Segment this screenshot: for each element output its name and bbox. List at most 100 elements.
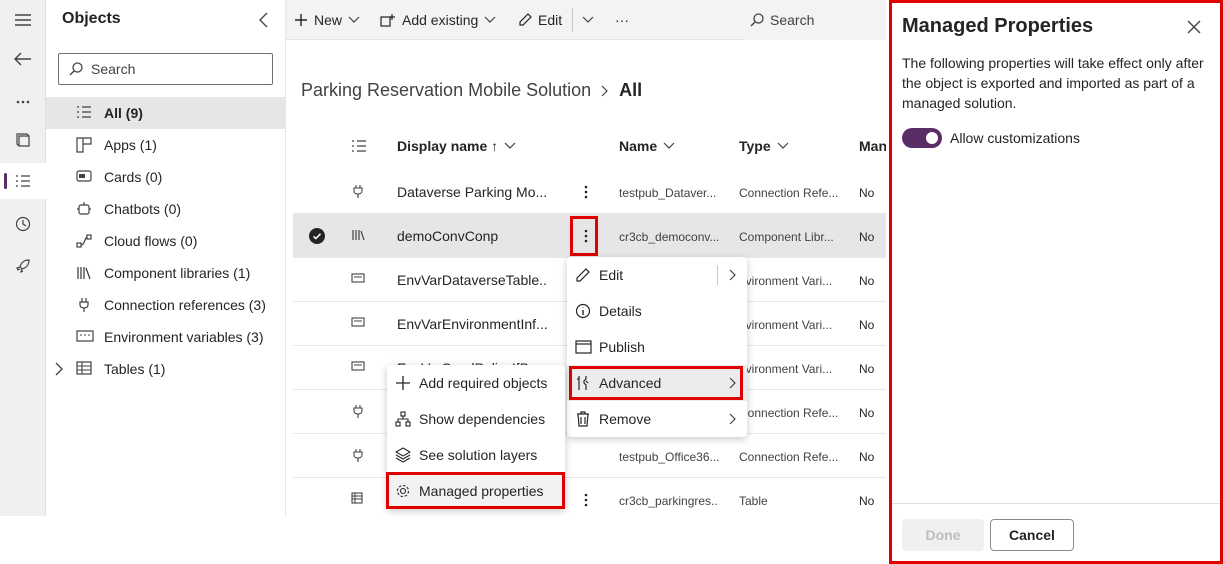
row-checkmark-icon[interactable] [309, 228, 325, 244]
row-display-name[interactable]: demoConvConp [397, 228, 547, 244]
chevron-down-icon [348, 16, 360, 23]
objects-item-cards[interactable]: Cards (0) [46, 161, 286, 193]
menu-item-publish[interactable]: Publish [567, 329, 747, 365]
objects-item-component-libraries[interactable]: Component libraries (1) [46, 257, 286, 289]
row-managed: No [859, 186, 875, 200]
row-managed: No [859, 318, 875, 332]
column-header-managed[interactable]: Man [859, 138, 886, 154]
search-icon [69, 62, 83, 76]
menu-item-details[interactable]: Details [567, 293, 747, 329]
more-commands-button[interactable]: ··· [615, 0, 629, 40]
menu-item-label: Edit [599, 267, 624, 283]
card-icon [76, 169, 94, 185]
objects-item-connection-references[interactable]: Connection references (3) [46, 289, 286, 321]
objects-item-environment-variables[interactable]: Environment variables (3) [46, 321, 286, 353]
row-more-icon[interactable] [576, 488, 596, 512]
row-managed: No [859, 230, 875, 244]
plug-icon [351, 404, 365, 418]
panel-title: Managed Properties [902, 15, 1094, 37]
column-header-display-name[interactable]: Display name ↑ [397, 138, 516, 154]
highlight-more-button [570, 216, 598, 256]
divider [572, 8, 573, 32]
list-icon[interactable] [0, 163, 46, 199]
objects-item-label: Apps (1) [104, 137, 157, 153]
table-row[interactable]: testpub_Office36... Connection Refe... N… [293, 434, 886, 478]
row-display-name[interactable]: EnvVarEnvironmentInf... [397, 316, 547, 332]
column-header-name[interactable]: Name [619, 138, 675, 154]
done-button[interactable]: Done [902, 519, 984, 551]
menu-item-label: Add required objects [419, 375, 548, 391]
menu-item-show-dependencies[interactable]: Show dependencies [387, 401, 565, 437]
list-icon [76, 105, 94, 121]
cancel-button[interactable]: Cancel [990, 519, 1074, 551]
column-options-icon[interactable] [351, 139, 367, 153]
command-bar: New Add existing Edit ··· Search [286, 0, 886, 40]
highlight-managed-properties [386, 472, 565, 509]
allow-customizations-toggle[interactable] [902, 128, 942, 148]
objects-item-label: Tables (1) [104, 361, 166, 377]
objects-item-label: Connection references (3) [104, 297, 266, 313]
chevron-down-icon [504, 142, 516, 149]
menu-item-edit[interactable]: Edit [567, 257, 747, 293]
breadcrumb-solution[interactable]: Parking Reservation Mobile Solution [301, 80, 591, 101]
library-icon [76, 265, 94, 281]
breadcrumb-current: All [619, 80, 643, 100]
hierarchy-icon [395, 411, 411, 427]
table-row[interactable]: cr3cb_parkingres... Table No [293, 478, 886, 522]
chevron-right-icon[interactable] [729, 269, 737, 281]
row-managed: No [859, 274, 875, 288]
book-icon[interactable] [0, 122, 46, 158]
row-type: nvironment Vari... [739, 274, 833, 288]
menu-item-add-required-objects[interactable]: Add required objects [387, 365, 565, 401]
back-arrow-icon[interactable] [0, 41, 46, 77]
objects-item-cloud-flows[interactable]: Cloud flows (0) [46, 225, 286, 257]
menu-item-see-solution-layers[interactable]: See solution layers [387, 437, 565, 473]
info-icon [575, 303, 591, 319]
row-managed: No [859, 494, 875, 508]
objects-item-tables[interactable]: Tables (1) [46, 353, 286, 385]
more-icon[interactable] [0, 84, 46, 120]
menu-item-label: Show dependencies [419, 411, 546, 427]
rocket-icon[interactable] [0, 248, 46, 284]
objects-item-all[interactable]: All (9) [46, 97, 286, 129]
variable-icon [351, 272, 365, 286]
objects-item-apps[interactable]: Apps (1) [46, 129, 286, 161]
edit-label: Edit [538, 12, 563, 28]
trash-icon [575, 411, 591, 427]
row-display-name[interactable]: EnvVarDataverseTable... [397, 272, 547, 288]
column-header-label: Name [619, 138, 658, 154]
table-row[interactable]: Dataverse Parking Mo... testpub_Dataver.… [293, 170, 886, 214]
plus-icon [395, 375, 411, 391]
divider [892, 503, 1220, 504]
chevron-down-icon [663, 142, 675, 149]
pencil-icon [575, 267, 591, 283]
objects-item-chatbots[interactable]: Chatbots (0) [46, 193, 286, 225]
objects-item-label: All (9) [104, 105, 143, 121]
search-placeholder: Search [91, 61, 136, 77]
objects-item-label: Environment variables (3) [104, 329, 264, 345]
hamburger-icon[interactable] [0, 2, 46, 38]
row-type: Component Libr... [739, 230, 834, 244]
row-display-name[interactable]: Dataverse Parking Mo... [397, 184, 547, 200]
add-existing-button[interactable]: Add existing [380, 0, 496, 40]
chevron-right-icon[interactable] [54, 362, 64, 376]
edit-dropdown-button[interactable] [582, 0, 594, 40]
objects-item-label: Chatbots (0) [104, 201, 182, 217]
row-type: nvironment Vari... [739, 318, 833, 332]
objects-search-input[interactable]: Search [58, 53, 273, 85]
menu-item-label: Publish [599, 339, 645, 355]
chevron-left-icon[interactable] [254, 10, 274, 30]
row-more-icon[interactable] [576, 180, 596, 204]
highlight-advanced [569, 366, 743, 400]
row-managed: No [859, 450, 875, 464]
close-icon[interactable] [1186, 19, 1202, 35]
column-header-type[interactable]: Type [739, 138, 789, 154]
layers-icon [395, 447, 411, 463]
menu-item-remove[interactable]: Remove [567, 401, 747, 437]
history-icon[interactable] [0, 206, 46, 242]
chevron-right-icon [601, 85, 609, 96]
new-button[interactable]: New [294, 0, 360, 40]
edit-button[interactable]: Edit [518, 0, 562, 40]
command-search[interactable]: Search [744, 0, 886, 40]
chevron-down-icon [582, 16, 594, 23]
